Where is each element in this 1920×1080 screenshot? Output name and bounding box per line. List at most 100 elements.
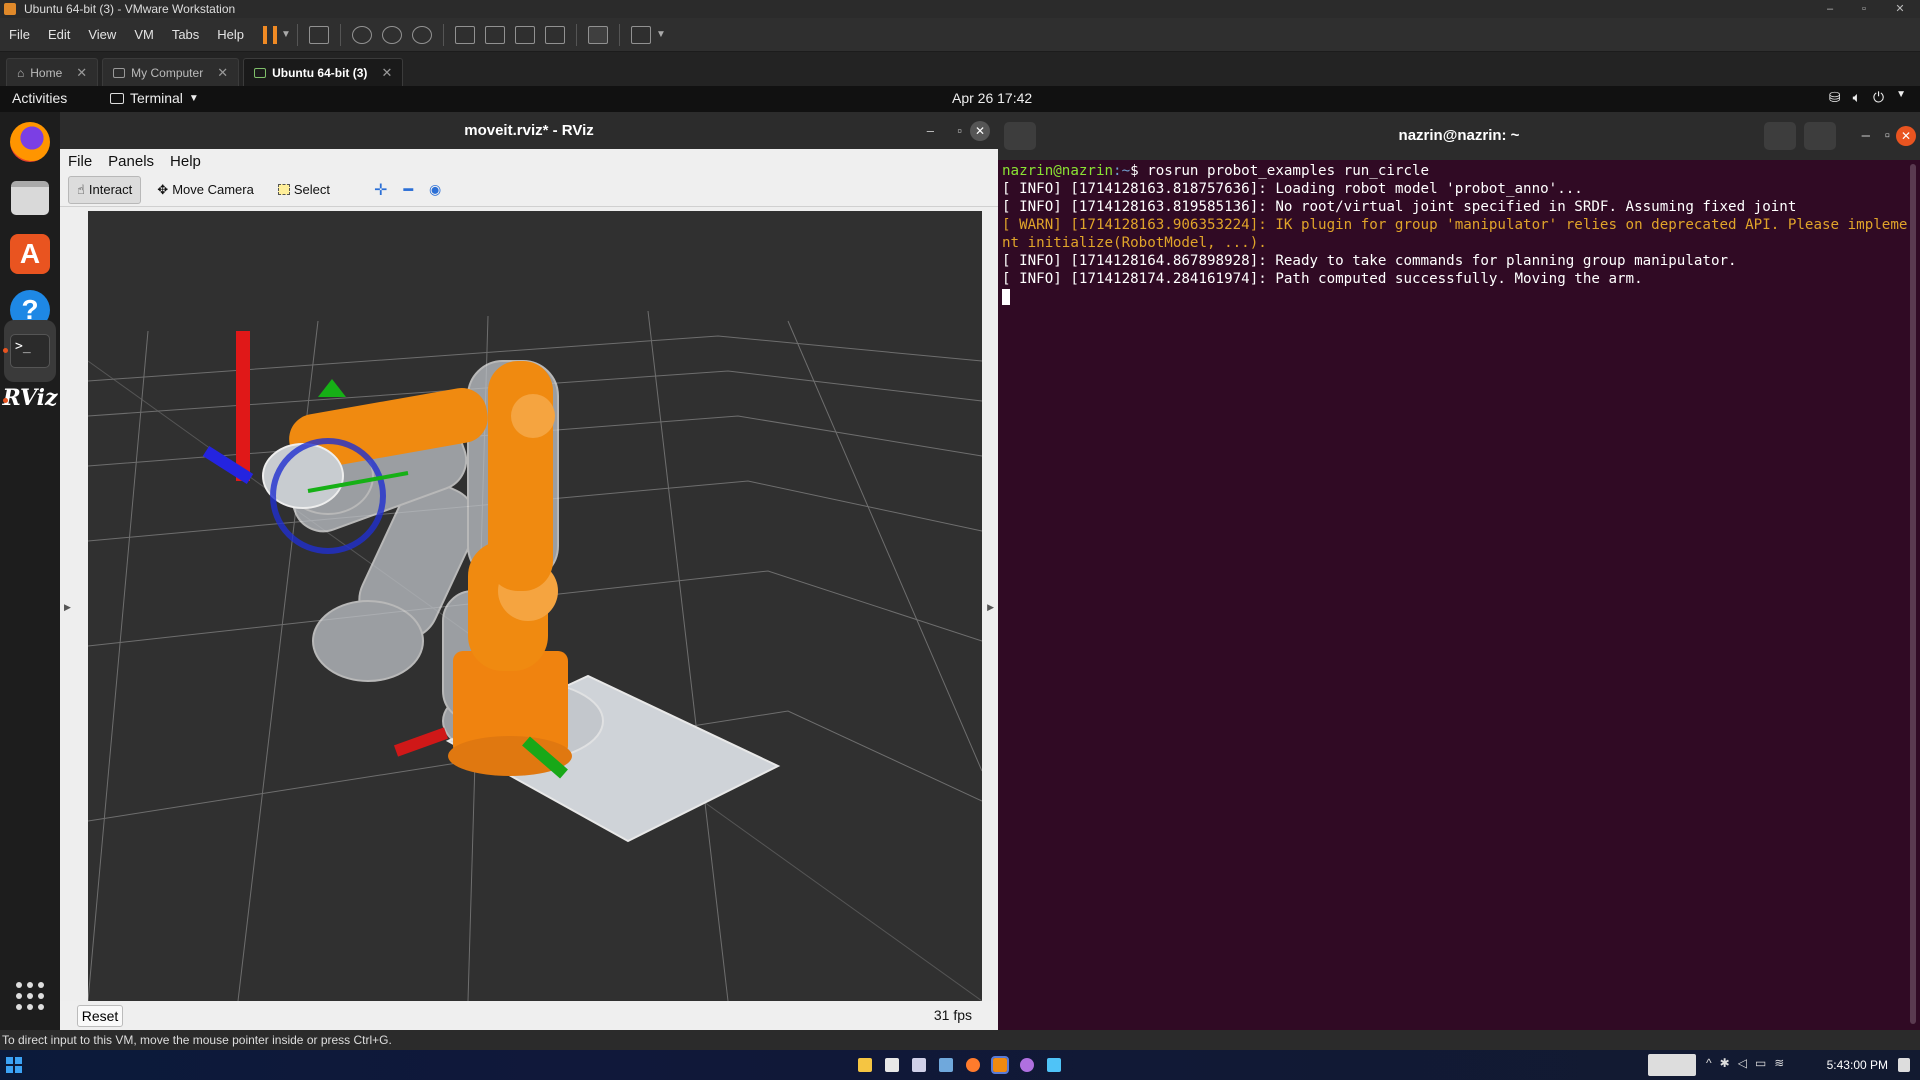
terminal-dock-item[interactable]: >_ (4, 320, 56, 382)
maximize-icon[interactable]: ▫ (1885, 112, 1890, 160)
system-tray[interactable]: ⛁ 🔈︎ ⏻ ▼ (1829, 89, 1906, 106)
close-tab-icon[interactable]: ✕ (76, 65, 87, 81)
remove-tool-icon[interactable]: ━ (395, 176, 421, 204)
rviz-menu-panels[interactable]: Panels (100, 153, 162, 170)
files-icon[interactable] (8, 176, 52, 220)
app-icon[interactable] (1047, 1058, 1061, 1072)
revert-snapshot-icon[interactable] (381, 25, 402, 44)
app-icon[interactable] (1020, 1058, 1034, 1072)
rviz-icon[interactable]: RViz (2, 376, 57, 420)
snapshot-manager-icon[interactable] (411, 25, 432, 44)
add-tool-icon[interactable]: ✛ (366, 176, 395, 204)
app-icon[interactable] (912, 1058, 926, 1072)
hand-cursor-icon: ☝︎ (77, 181, 85, 197)
chevron-down-icon[interactable]: ▼ (656, 29, 666, 40)
network-icon[interactable]: ⛁ (1829, 89, 1841, 106)
3d-viewport[interactable] (88, 211, 982, 1001)
vm-menu-edit[interactable]: Edit (39, 27, 79, 42)
toolbar-separator (296, 23, 298, 46)
console-view-icon[interactable] (587, 25, 608, 44)
send-ctrl-alt-del-icon[interactable] (308, 25, 329, 44)
axis-arrow-green[interactable] (318, 379, 346, 397)
snapshot-icon[interactable] (351, 25, 372, 44)
activities-button[interactable]: Activities (12, 90, 67, 106)
restore-icon[interactable]: ▫ (1852, 0, 1876, 18)
collapse-right-icon[interactable]: ▶ (987, 602, 994, 613)
full-screen-icon[interactable] (514, 25, 535, 44)
file-explorer-icon[interactable] (858, 1058, 872, 1072)
close-icon[interactable]: ✕ (1896, 126, 1916, 146)
power-icon[interactable]: ⏻ (1873, 89, 1884, 106)
chevron-down-icon[interactable]: ▼ (281, 29, 291, 40)
notification-icon[interactable] (1898, 1058, 1910, 1072)
vm-menu-tabs[interactable]: Tabs (163, 27, 208, 42)
tab-my-computer[interactable]: My Computer ✕ (102, 58, 240, 86)
firefox-taskbar-icon[interactable] (966, 1058, 980, 1072)
system-tray-icons[interactable]: ^ ✱ ◁ ▭ ≋ (1706, 1056, 1784, 1070)
fps-counter: 31 fps (933, 1007, 972, 1023)
log-line-warn: [ WARN] [1714128163.906353224]: IK plugi… (1002, 217, 1908, 251)
rviz-menu-file[interactable]: File (60, 153, 100, 170)
terminal-output[interactable]: nazrin@nazrin:~$ rosrun probot_examples … (998, 162, 1913, 306)
ubuntu-topbar: Activities Terminal ▼ Apr 26 17:42 ⛁ 🔈︎ … (0, 86, 1920, 112)
bluetooth-icon[interactable]: ✱ (1720, 1056, 1730, 1070)
eye-icon[interactable]: ◉ (421, 176, 449, 204)
volume-icon[interactable]: ◁ (1738, 1056, 1747, 1070)
new-tab-icon[interactable] (1004, 122, 1036, 150)
select-tool-button[interactable]: Select (270, 176, 338, 204)
vmware-taskbar-icon[interactable] (991, 1056, 1009, 1074)
minimize-icon[interactable]: – (1862, 112, 1870, 160)
scrollbar[interactable] (1910, 164, 1916, 1024)
move-camera-tool-button[interactable]: ✥ Move Camera (149, 176, 262, 204)
rviz-titlebar[interactable]: moveit.rviz* - RViz – ▫ ✕ (60, 112, 998, 149)
windows-start-icon[interactable] (6, 1057, 22, 1073)
rviz-window: moveit.rviz* - RViz – ▫ ✕ File Panels He… (60, 112, 998, 1030)
notepad-icon[interactable] (885, 1058, 899, 1072)
mail-icon[interactable] (939, 1058, 953, 1072)
pause-icon[interactable] (263, 25, 278, 44)
collapse-left-icon[interactable]: ▶ (64, 602, 71, 613)
minimize-icon[interactable]: – (1818, 0, 1842, 18)
minimize-icon[interactable]: – (927, 112, 934, 149)
close-tab-icon[interactable]: ✕ (381, 65, 392, 81)
vm-menu-file[interactable]: File (0, 27, 39, 42)
thumbnail-view-icon[interactable] (484, 25, 505, 44)
close-tab-icon[interactable]: ✕ (217, 65, 228, 81)
terminal-small-icon (110, 92, 124, 104)
rviz-menubar: File Panels Help (60, 149, 998, 173)
chevron-down-icon[interactable]: ▼ (1896, 89, 1906, 106)
interact-tool-button[interactable]: ☝︎ Interact (68, 175, 142, 204)
wifi-icon[interactable]: ≋ (1774, 1056, 1784, 1070)
rviz-menu-help[interactable]: Help (162, 153, 209, 170)
windows-clock[interactable]: 5:43:00 PM (1827, 1058, 1888, 1072)
robot-scene[interactable] (88, 211, 982, 1001)
interact-tool-label: Interact (88, 182, 133, 197)
maximize-icon[interactable]: ▫ (957, 112, 962, 149)
keyboard-icon[interactable]: ▭ (1755, 1056, 1766, 1070)
select-icon (277, 184, 290, 195)
vm-menu-help[interactable]: Help (208, 27, 253, 42)
close-icon[interactable]: ✕ (970, 121, 990, 141)
vm-menu-vm[interactable]: VM (125, 27, 163, 42)
library-view-icon[interactable] (454, 25, 475, 44)
axis-z-red[interactable] (236, 331, 250, 481)
rviz-window-title: moveit.rviz* - RViz (464, 122, 594, 139)
terminal-titlebar[interactable]: nazrin@nazrin: ~ – ▫ ✕ (998, 112, 1920, 160)
search-icon[interactable] (1764, 122, 1796, 150)
clock[interactable]: Apr 26 17:42 (952, 90, 1032, 106)
tab-ubuntu-vm[interactable]: Ubuntu 64-bit (3) ✕ (243, 58, 404, 86)
app-grid-icon[interactable] (8, 974, 52, 1018)
reset-button[interactable]: Reset (77, 1005, 123, 1027)
app-menu[interactable]: Terminal ▼ (110, 90, 199, 106)
chevron-up-icon[interactable]: ^ (1706, 1056, 1712, 1070)
firefox-icon[interactable] (8, 120, 52, 164)
unity-mode-icon[interactable] (544, 25, 565, 44)
vm-menu-view[interactable]: View (79, 27, 125, 42)
stretch-guest-icon[interactable] (630, 25, 651, 44)
close-icon[interactable]: ✕ (1888, 0, 1912, 18)
tab-home[interactable]: ⌂ Home ✕ (6, 58, 99, 86)
hamburger-menu-icon[interactable] (1804, 122, 1836, 150)
tab-ubuntu-vm-label: Ubuntu 64-bit (3) (272, 65, 368, 80)
software-center-icon[interactable]: A (8, 232, 52, 276)
volume-icon[interactable]: 🔈︎ (1853, 89, 1861, 106)
